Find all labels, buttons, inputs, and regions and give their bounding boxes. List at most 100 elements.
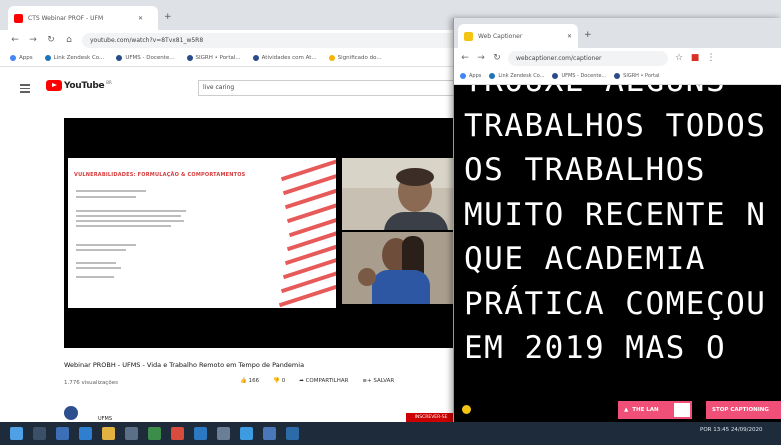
caption-url-text: webcaptioner.com/captioner xyxy=(516,54,602,62)
bookmark-zendesk[interactable]: Link Zendesk Co... xyxy=(44,55,104,61)
menu-icon[interactable]: ⋮ xyxy=(706,53,716,63)
video-view-count: 1.776 visualizações xyxy=(64,380,118,386)
word-icon[interactable] xyxy=(194,427,207,440)
like-count: 166 xyxy=(248,378,260,384)
save-label: SALVAR xyxy=(373,378,395,384)
listening-status-icon xyxy=(462,405,471,414)
bookmark-apps[interactable]: Apps xyxy=(10,55,33,61)
caption-browser-tab[interactable]: Web Captioner ✕ xyxy=(458,24,578,48)
bookmark-ufms-docente[interactable]: UFMS - Docente... xyxy=(116,55,175,61)
bookmark-label: Link Zendesk Co... xyxy=(498,73,545,79)
video-actions: 👍 166 👎 0 ➦ COMPARTILHAR ≡+ SALVAR xyxy=(240,378,394,384)
youtube-logo[interactable]: YouTube BR xyxy=(46,80,112,91)
language-button[interactable]: ▲ THE LAN xyxy=(618,401,692,419)
youtube-play-icon xyxy=(46,80,62,91)
hamburger-menu-icon[interactable] xyxy=(20,82,30,95)
bookmark-label: UFMS - Docente... xyxy=(561,73,607,79)
slide-text-line xyxy=(76,244,136,246)
youtube-search-input[interactable]: live caring xyxy=(198,80,458,96)
back-icon[interactable]: ← xyxy=(10,35,20,45)
bookmark-apps[interactable]: Apps xyxy=(460,73,481,79)
caption-line: TRABALHOS TODOS xyxy=(464,107,767,144)
ufms-icon xyxy=(552,73,559,79)
new-tab-icon[interactable]: + xyxy=(584,30,592,40)
bookmark-label: SIGRH • Portal... xyxy=(195,55,241,61)
bookmark-significado[interactable]: Significado do... xyxy=(328,55,382,61)
windows-taskbar xyxy=(0,422,781,445)
bookmark-label: Apps xyxy=(19,55,33,61)
new-tab-icon[interactable]: + xyxy=(164,12,172,22)
store-icon[interactable] xyxy=(125,427,138,440)
bookmark-label: Atividades com At... xyxy=(261,55,317,61)
language-button-label: THE LAN xyxy=(632,407,659,413)
bookmark-atividades[interactable]: Atividades com At... xyxy=(252,55,317,61)
desktop-screen: CTS Webinar PROF - UFM ✕ + ← → ↻ ⌂ youtu… xyxy=(0,0,781,445)
like-button[interactable]: 👍 166 xyxy=(240,378,259,384)
extension-icon[interactable]: ■ xyxy=(690,53,700,63)
home-icon[interactable]: ⌂ xyxy=(64,35,74,45)
chrome-icon[interactable] xyxy=(148,427,161,440)
slide-text-line xyxy=(76,196,136,198)
caption-control-bar: ▲ THE LAN STOP CAPTIONING xyxy=(454,397,781,422)
video-title: Webinar PROBH - UFMS - Vida e Trabalho R… xyxy=(64,361,305,369)
reload-icon[interactable]: ↻ xyxy=(492,53,502,63)
bookmark-label: Apps xyxy=(469,73,482,79)
settings-icon[interactable] xyxy=(217,427,230,440)
share-button[interactable]: ➦ COMPARTILHAR xyxy=(299,378,348,384)
task-view-icon[interactable] xyxy=(56,427,69,440)
tab-close-icon[interactable]: ✕ xyxy=(567,33,572,40)
teams-icon[interactable] xyxy=(286,427,299,440)
bookmark-label: Significado do... xyxy=(337,55,382,61)
caption-text: TROUXE ALGUNS TRABALHOS TODOS OS TRABALHOS… xyxy=(464,85,781,371)
caption-tab-bar: Web Captioner ✕ + xyxy=(454,18,781,48)
save-button[interactable]: ≡+ SALVAR xyxy=(362,378,394,384)
language-toggle-box[interactable] xyxy=(674,403,690,417)
slide-title: VULNERABILIDADES: FORMULAÇÃO & COMPORTAM… xyxy=(74,172,246,178)
caption-line: OS TRABALHOS xyxy=(464,152,706,188)
star-icon[interactable]: ☆ xyxy=(674,53,684,63)
clock-time: 13:45 xyxy=(713,427,730,433)
input-language[interactable]: POR xyxy=(700,427,711,433)
bookmark-sigrh[interactable]: SIGRH • Portal xyxy=(614,73,659,79)
caption-bookmarks-bar: Apps Link Zendesk Co... UFMS - Docente..… xyxy=(454,68,781,85)
tab-close-icon[interactable]: ✕ xyxy=(138,15,143,22)
start-icon[interactable] xyxy=(10,427,23,440)
forward-icon[interactable]: → xyxy=(28,35,38,45)
main-url-text: youtube.com/watch?v=8Tvx81_w5R8 xyxy=(90,36,204,44)
edge-icon[interactable] xyxy=(79,427,92,440)
participant-camera-2 xyxy=(342,232,456,304)
youtube-logo-text: YouTube xyxy=(64,80,105,91)
search-value: live caring xyxy=(203,84,235,91)
ufms-icon xyxy=(116,55,123,61)
share-label: COMPARTILHAR xyxy=(305,378,349,384)
dislike-button[interactable]: 👎 0 xyxy=(273,378,285,384)
caption-url-bar[interactable]: webcaptioner.com/captioner xyxy=(508,50,668,66)
back-icon[interactable]: ← xyxy=(460,53,470,63)
apps-icon xyxy=(460,73,466,79)
channel-avatar[interactable] xyxy=(64,406,78,420)
subscribe-button[interactable]: INSCREVER-SE xyxy=(406,413,456,422)
youtube-favicon-icon xyxy=(14,13,23,23)
stop-captioning-button[interactable]: STOP CAPTIONING xyxy=(706,401,781,419)
language-warning-icon: ▲ xyxy=(624,407,629,413)
participant-hair xyxy=(396,168,434,186)
main-url-bar[interactable]: youtube.com/watch?v=8Tvx81_w5R8 xyxy=(82,32,462,48)
slide-text-line xyxy=(76,267,121,269)
bookmark-sigrh[interactable]: SIGRH • Portal... xyxy=(186,55,241,61)
bookmark-ufms-docente[interactable]: UFMS - Docente... xyxy=(552,73,606,79)
participant-hand xyxy=(358,268,376,286)
mail-icon[interactable] xyxy=(240,427,253,440)
forward-icon[interactable]: → xyxy=(476,53,486,63)
file-explorer-icon[interactable] xyxy=(102,427,115,440)
app-icon[interactable] xyxy=(171,427,184,440)
bookmark-zendesk[interactable]: Link Zendesk Co... xyxy=(489,73,544,79)
caption-tab-title: Web Captioner xyxy=(478,32,523,40)
slide-text-line xyxy=(76,262,116,264)
reload-icon[interactable]: ↻ xyxy=(46,35,56,45)
system-clock[interactable]: POR 13:45 24/09/2020 xyxy=(700,427,763,433)
photos-icon[interactable] xyxy=(263,427,276,440)
search-icon[interactable] xyxy=(33,427,46,440)
slide-text-line xyxy=(76,215,181,217)
main-browser-tab[interactable]: CTS Webinar PROF - UFM ✕ xyxy=(8,6,158,30)
web-captioner-favicon-icon xyxy=(464,31,473,41)
